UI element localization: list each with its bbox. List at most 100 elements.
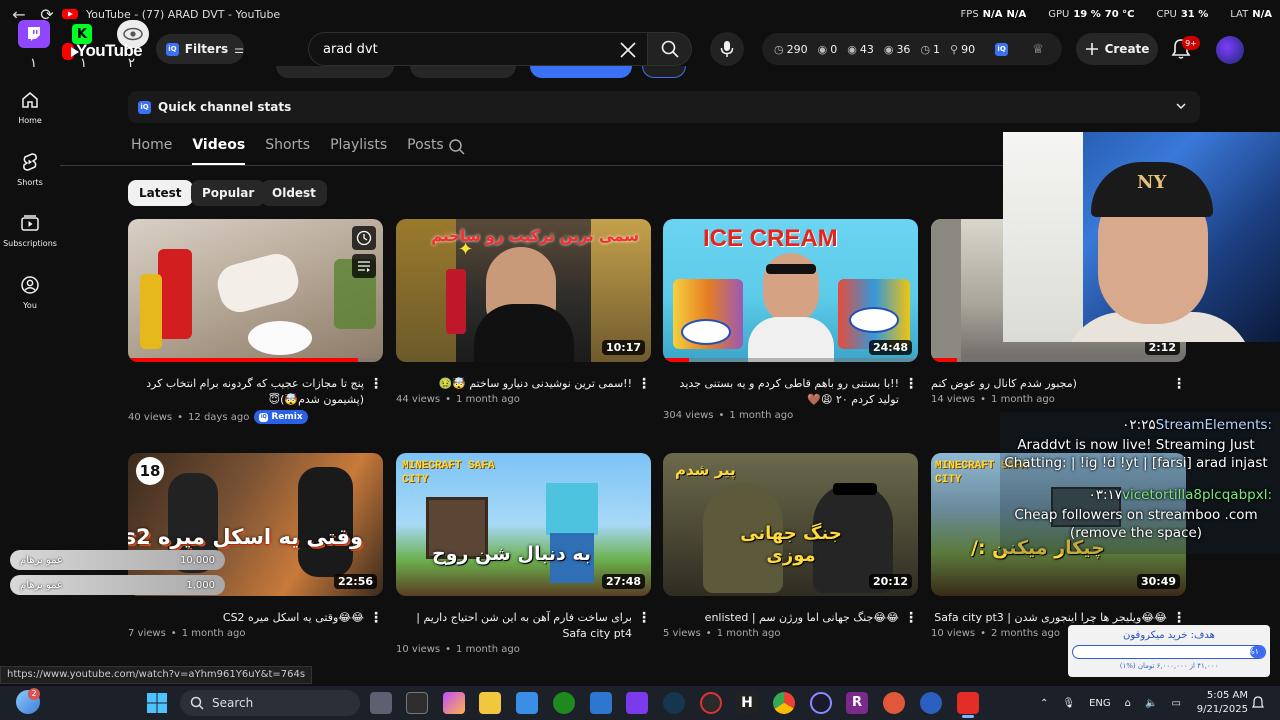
more-actions-icon[interactable]: ⋮ <box>369 610 383 628</box>
language-indicator[interactable]: ENG <box>1089 698 1111 709</box>
video-title[interactable]: 😂😂ویلیجر ها چرا اینجوری شدن | Safa city … <box>931 610 1167 626</box>
stat-videos: ◷ 290 <box>774 42 808 56</box>
nav-shorts[interactable]: Shorts <box>0 152 60 187</box>
donor-amount: 10,000 <box>180 554 215 566</box>
taskbar-search[interactable]: Search <box>180 690 360 716</box>
donor-row: عمو پرهام 10,000 <box>10 550 225 570</box>
tab-posts[interactable]: Posts <box>407 131 444 165</box>
more-actions-icon[interactable]: ⋮ <box>637 610 651 628</box>
chip-oldest[interactable]: Oldest <box>261 180 327 206</box>
app-circle-icon[interactable] <box>810 692 832 714</box>
video-thumbnail[interactable]: پیر شدم جنگ جهانی موزی 20:12 <box>663 453 918 596</box>
app-r-icon[interactable]: R <box>846 692 868 714</box>
thumbnail-brand-text: MINECRAFT SAFA CITY <box>402 460 495 486</box>
video-title[interactable]: !!سمی ترین نوشیدنی دنیارو ساختم 🤯🤢 <box>396 376 632 392</box>
tray-chevron-icon[interactable]: ⌃ <box>1040 698 1048 709</box>
store-icon[interactable] <box>516 692 538 714</box>
taskbar-clock[interactable]: 5:05 AM 9/21/2025 <box>1196 689 1248 717</box>
video-card[interactable]: MINECRAFT SAFA CITY به دنبال شن روح 27:4… <box>396 453 651 655</box>
trophy-icon[interactable]: ♕ <box>1032 42 1044 57</box>
quick-channel-stats-bar[interactable]: iQ Quick channel stats <box>128 91 1200 123</box>
more-actions-icon[interactable]: ⋮ <box>904 610 918 628</box>
video-card[interactable]: 18 وقتی یه اسکل میره cs2 22:56 😂😂وقتی یه… <box>128 453 383 639</box>
tab-home[interactable]: Home <box>131 131 172 165</box>
search-input[interactable] <box>323 41 603 57</box>
xbox-icon[interactable] <box>553 692 575 714</box>
chip-latest[interactable]: Latest <box>128 180 193 206</box>
video-thumbnail[interactable]: ICE CREAM 24:48 <box>663 219 918 362</box>
tab-playlists[interactable]: Playlists <box>330 131 387 165</box>
donor-amount: 1,000 <box>186 579 215 591</box>
steam-icon[interactable] <box>663 692 685 714</box>
clear-search-icon[interactable] <box>617 39 639 61</box>
video-card[interactable]: پیر شدم جنگ جهانی موزی 20:12 😂😂جنگ جهانی… <box>663 453 918 639</box>
goal-title: هدف: خرید میکروفون <box>1123 630 1215 641</box>
network-icon[interactable]: ⌂ <box>1125 698 1131 709</box>
file-explorer-icon[interactable] <box>479 692 501 714</box>
recording-app-icon[interactable] <box>700 692 722 714</box>
watch-later-icon[interactable] <box>352 226 376 250</box>
extension-stats-bar[interactable]: ◷ 290 ◉ 0 ◉ 43 ◉ 36 ◷ 1 ⚲ 90 iQ ♕ <box>762 33 1062 65</box>
tab-shorts[interactable]: Shorts <box>265 131 310 165</box>
more-actions-icon[interactable]: ⋮ <box>904 376 918 394</box>
chat-message-header: ۰۲:۲۵StreamElements: <box>1122 417 1272 433</box>
video-metadata: 40 views • 12 days ago iQ Remix <box>128 410 383 424</box>
video-title[interactable]: !!با بستنی رو باهم قاطی کردم و یه بستنی … <box>663 376 899 408</box>
channel-header-button-partial[interactable] <box>276 66 394 78</box>
battery-icon[interactable]: ▭ <box>1171 698 1180 709</box>
channel-search-icon[interactable] <box>448 138 466 156</box>
twitch-app-icon[interactable] <box>18 20 50 48</box>
video-title[interactable]: 😂😂جنگ جهانی اما ورژن سم | enlisted <box>663 610 899 626</box>
video-card[interactable]: پنج تا مجازات عجیب که گردونه برام انتخاب… <box>128 219 383 424</box>
youtube-taskbar-icon[interactable] <box>957 692 979 714</box>
more-actions-icon[interactable]: ⋮ <box>637 376 651 394</box>
remix-badge[interactable]: iQ Remix <box>254 410 308 424</box>
app-h-icon[interactable]: H <box>736 692 758 714</box>
nav-you[interactable]: You <box>0 275 60 310</box>
extension-menu-icon[interactable]: iQ <box>995 42 1009 56</box>
tray-mic-icon[interactable]: 🎙 <box>1062 698 1075 709</box>
channel-header-button-partial[interactable] <box>410 66 516 78</box>
chrome-icon[interactable] <box>773 692 795 714</box>
task-view-icon[interactable] <box>370 692 392 714</box>
more-actions-icon[interactable]: ⋮ <box>1172 376 1186 394</box>
volume-icon[interactable]: 🔈 <box>1145 698 1157 709</box>
add-to-queue-icon[interactable] <box>352 254 376 278</box>
video-card[interactable]: ✦ سمی ترین ترکیب رو ساختم 10:17 !!سمی تر… <box>396 219 651 405</box>
voice-search-button[interactable] <box>710 32 744 66</box>
tab-videos[interactable]: Videos <box>192 131 246 165</box>
youtube-logo[interactable]: YouTube <box>62 40 143 62</box>
video-thumbnail[interactable]: MINECRAFT SAFA CITY به دنبال شن روح 27:4… <box>396 453 651 596</box>
app-orange-icon[interactable] <box>883 692 905 714</box>
notification-center-icon[interactable] <box>1252 696 1264 710</box>
video-title[interactable]: برای ساخت فارم آهن به این شن احتیاج داری… <box>396 610 632 642</box>
window-title: YouTube - (77) ARAD DVT - YouTube <box>86 7 281 21</box>
video-duration: 10:17 <box>601 340 645 355</box>
search-button[interactable] <box>648 32 692 66</box>
chip-popular[interactable]: Popular <box>191 180 266 206</box>
filters-button[interactable]: iQ Filters ⚌ <box>156 34 244 64</box>
nav-subscriptions[interactable]: Subscriptions <box>0 213 60 248</box>
video-title[interactable]: 😂😂وقتی یه اسکل میره CS2 <box>128 610 364 626</box>
cap-logo: NY <box>1137 172 1167 193</box>
copilot-icon[interactable] <box>443 692 465 714</box>
video-title[interactable]: (مجبور شدم کانال رو عوض کنم <box>931 376 1167 392</box>
obs-icon[interactable] <box>406 692 428 714</box>
more-actions-icon[interactable]: ⋮ <box>369 376 383 394</box>
epic-launcher-icon[interactable] <box>626 692 648 714</box>
nav-home[interactable]: Home <box>0 90 60 125</box>
video-thumbnail[interactable]: ✦ سمی ترین ترکیب رو ساختم 10:17 <box>396 219 651 362</box>
video-thumbnail[interactable] <box>128 219 383 362</box>
video-card[interactable]: ICE CREAM 24:48 !!با بستنی رو باهم قاطی … <box>663 219 918 421</box>
taskbar-search-label: Search <box>212 696 254 710</box>
channel-header-button-partial[interactable] <box>642 66 686 78</box>
windows-start-icon[interactable] <box>146 692 168 714</box>
photos-icon[interactable] <box>590 692 612 714</box>
create-button[interactable]: Create <box>1076 33 1158 65</box>
video-metadata: 5 views • 1 month ago <box>663 628 781 639</box>
account-avatar[interactable] <box>1216 36 1244 64</box>
app-blue-icon[interactable] <box>920 692 942 714</box>
channel-header-button-partial[interactable] <box>530 66 632 78</box>
video-title[interactable]: پنج تا مجازات عجیب که گردونه برام انتخاب… <box>128 376 364 408</box>
clock-date: 9/21/2025 <box>1196 704 1248 715</box>
